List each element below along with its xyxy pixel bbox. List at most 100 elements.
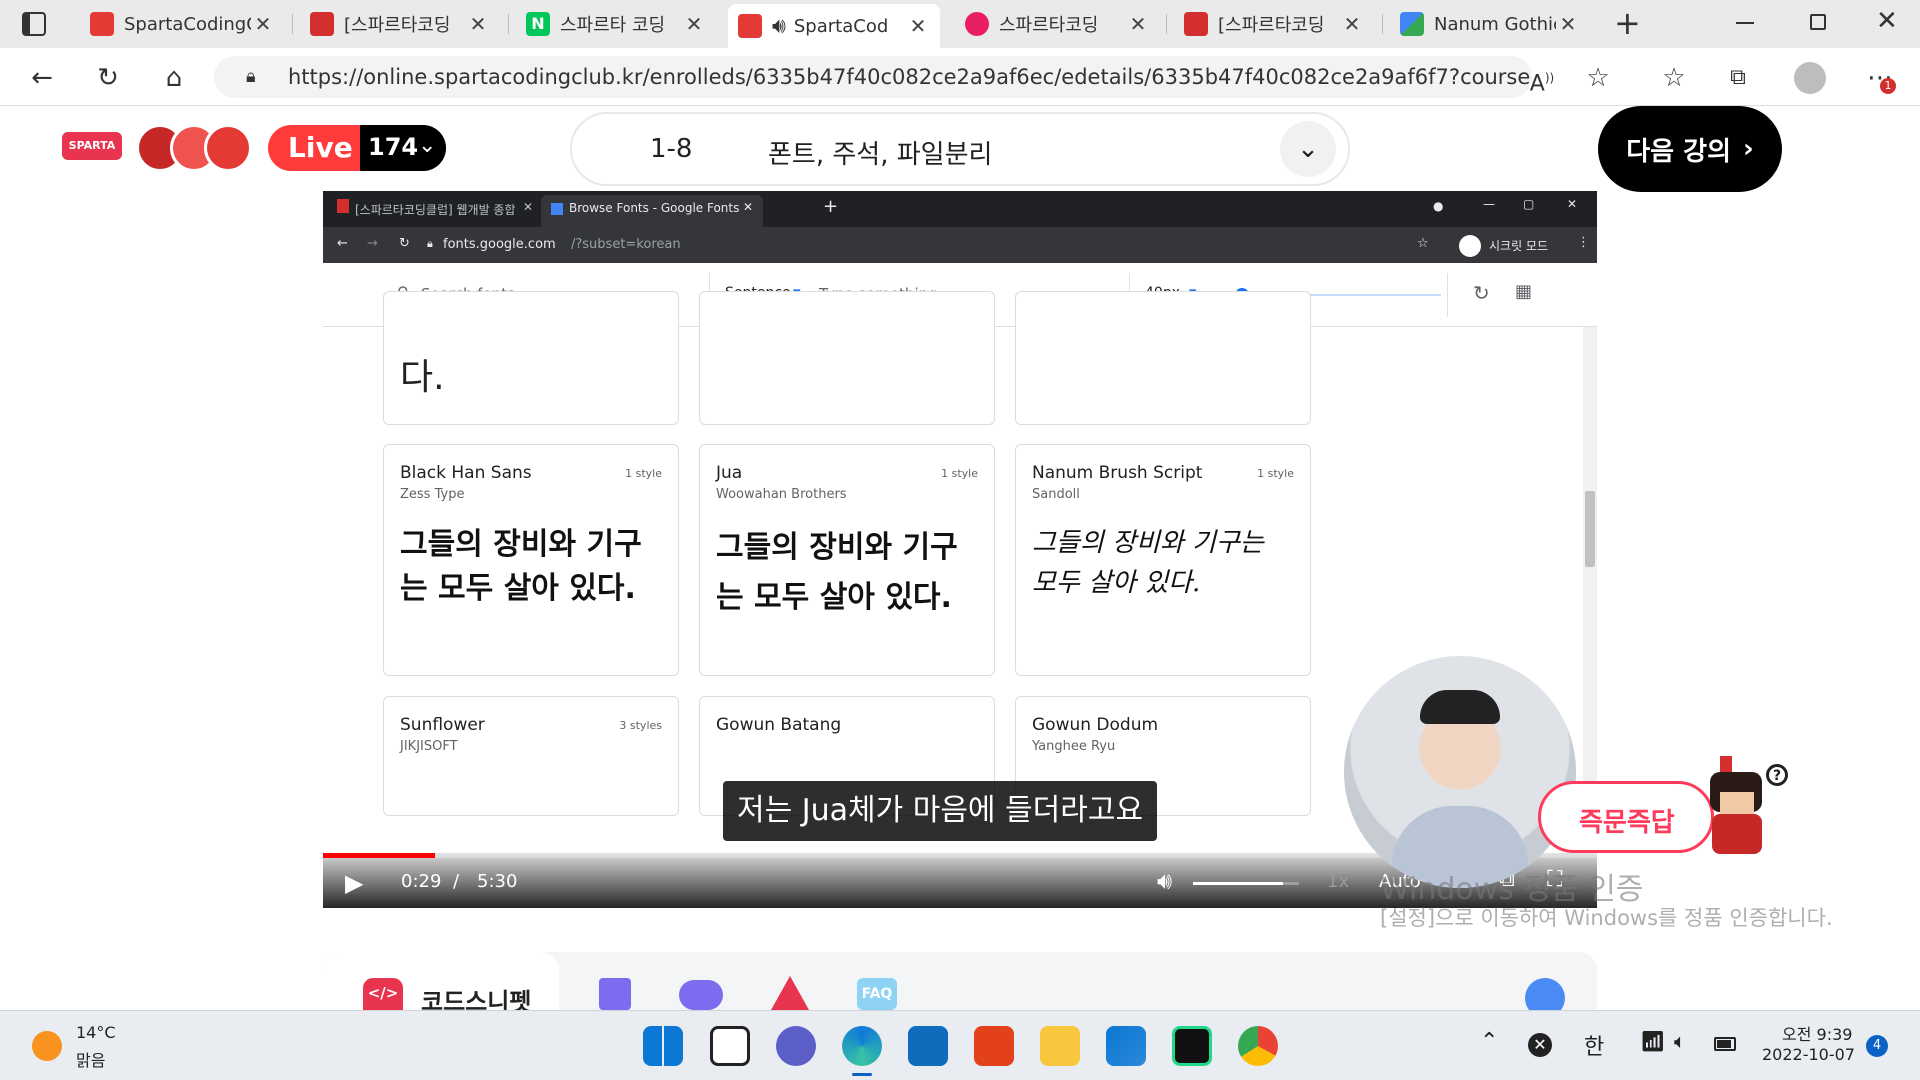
close-tab-icon[interactable]: ✕ xyxy=(466,12,490,36)
font-card-nanum-brush-script[interactable]: Nanum Brush Script Sandoll 1 style 그들의 장… xyxy=(1015,444,1311,676)
tray-app-icon[interactable]: ✕ xyxy=(1528,1033,1552,1057)
font-card-black-han-sans[interactable]: Black Han Sans Zess Type 1 style 그들의 장비와… xyxy=(383,444,679,676)
video-url-host: fonts.google.com xyxy=(443,237,556,252)
close-tab-icon[interactable]: ✕ xyxy=(682,12,706,36)
minimize-button[interactable] xyxy=(1736,22,1754,24)
browser-tab-4-active[interactable]: 🔊︎ SpartaCod ✕ xyxy=(728,4,940,48)
naver-icon: N xyxy=(526,12,550,36)
incognito-label: 시크릿 모드 xyxy=(1489,239,1549,253)
font-sample: 그들의 장비와 기구는 모두 살아 있다. xyxy=(1032,528,1264,598)
browser-tab-5[interactable]: 스파르타코딩 ✕ xyxy=(955,6,1160,42)
speaker-icon[interactable]: 🔊︎ xyxy=(772,14,786,39)
tab-title: SpartaCodingC xyxy=(124,13,251,35)
teams-chat-icon[interactable] xyxy=(776,1026,816,1066)
live-avatars xyxy=(136,124,256,172)
windows-activation-title: Windows 정품 인증 xyxy=(1380,872,1644,907)
live-count: 174 xyxy=(368,133,419,161)
weather-sun-icon[interactable] xyxy=(32,1031,62,1061)
live-badge[interactable]: Live 174 ⌄ xyxy=(268,125,446,171)
add-favorite-icon[interactable]: ☆ xyxy=(1578,58,1618,98)
restore-button[interactable] xyxy=(1810,14,1826,30)
checklist-icon[interactable] xyxy=(599,978,631,1010)
playback-speed[interactable]: 1x xyxy=(1327,871,1349,892)
close-tab-icon[interactable]: ✕ xyxy=(1556,12,1580,36)
faq-icon[interactable]: FAQ xyxy=(857,978,897,1010)
home-button[interactable]: ⌂ xyxy=(154,58,194,98)
volume-tray-icon[interactable]: 🔈︎ xyxy=(1674,1029,1686,1053)
close-tab-icon[interactable]: ✕ xyxy=(1126,12,1150,36)
browser-tab-6[interactable]: [스파르타코딩 ✕ xyxy=(1174,6,1374,42)
duration: 5:30 xyxy=(477,871,518,892)
sparta-logo[interactable]: SPARTA xyxy=(62,132,122,160)
url-text: https://online.spartacodingclub.kr/enrol… xyxy=(288,65,1532,89)
office-icon[interactable] xyxy=(974,1026,1014,1066)
chrome-icon[interactable] xyxy=(1238,1026,1278,1066)
tab-actions-icon[interactable] xyxy=(22,12,46,36)
lesson-number: 1-8 xyxy=(650,134,693,164)
video-url-path: /?subset=korean xyxy=(571,237,681,252)
play-button[interactable]: ▶ xyxy=(345,869,363,897)
chevron-up-icon[interactable]: ⌃ xyxy=(1480,1029,1498,1054)
sparta-favicon-icon xyxy=(738,14,762,38)
close-window-button[interactable]: ✕ xyxy=(1876,6,1898,36)
windows-activation-desc: [설정]으로 이동하여 Windows를 정품 인증합니다. xyxy=(1380,906,1833,930)
volume-fill xyxy=(1193,882,1284,885)
weather-temp: 14°C xyxy=(76,1023,116,1042)
profile-avatar[interactable] xyxy=(1794,62,1826,94)
next-lesson-button[interactable]: 다음 강의 › xyxy=(1598,106,1782,192)
task-view-icon[interactable] xyxy=(710,1026,750,1066)
close-tab-icon[interactable]: ✕ xyxy=(906,14,930,38)
more-menu-icon[interactable]: ⋯ xyxy=(1860,58,1900,98)
tab-title: SpartaCod xyxy=(793,15,889,37)
store-icon[interactable] xyxy=(1106,1026,1146,1066)
notification-badge: 1 xyxy=(1880,78,1896,94)
clock-date[interactable]: 2022-10-07 xyxy=(1762,1045,1855,1064)
browser-tab-3[interactable]: N 스파르타 코딩 ✕ xyxy=(516,6,716,42)
refresh-button[interactable]: ↻ xyxy=(88,58,128,98)
tab-title: [스파르타코딩 xyxy=(1218,15,1325,36)
browser-tab-2[interactable]: [스파르타코딩 ✕ xyxy=(300,6,500,42)
browser-tab-1[interactable]: SpartaCodingC ✕ xyxy=(80,6,285,42)
tab-title: Nanum Gothic xyxy=(1434,13,1556,35)
lock-icon[interactable]: 🔒︎ xyxy=(246,56,256,98)
weather-desc: 맑음 xyxy=(76,1051,106,1070)
pycharm-icon[interactable] xyxy=(1172,1026,1212,1066)
favorites-icon[interactable]: ☆ xyxy=(1654,58,1694,98)
battery-icon[interactable] xyxy=(1714,1037,1736,1051)
code-snippet-tab[interactable]: </> 코드스니펫 xyxy=(323,952,559,1016)
wifi-icon[interactable]: 📶︎ xyxy=(1640,1029,1665,1053)
collections-icon[interactable]: ⧉ xyxy=(1718,58,1758,98)
bottom-tool-panel: </> 코드스니펫 FAQ xyxy=(323,952,1597,1018)
browser-tab-7[interactable]: Nanum Gothic ✕ xyxy=(1390,6,1590,42)
video-subtitle: 저는 Jua체가 마음에 들더라고요 xyxy=(723,781,1158,841)
ime-indicator[interactable]: 한 xyxy=(1584,1029,1604,1061)
lesson-dropdown-button[interactable]: ⌄ xyxy=(1280,121,1336,177)
clock-time[interactable]: 오전 9:39 xyxy=(1782,1021,1852,1045)
warning-icon[interactable] xyxy=(771,976,809,1010)
sparta-mascot-icon[interactable]: ? xyxy=(1706,756,1788,856)
close-tab-icon[interactable]: ✕ xyxy=(1340,12,1364,36)
volume-icon[interactable]: 🔊︎ xyxy=(1157,867,1172,895)
font-card-jua[interactable]: Jua Woowahan Brothers 1 style 그들의 장비와 기구… xyxy=(699,444,995,676)
current-time: 0:29 xyxy=(401,871,442,892)
volume-slider[interactable] xyxy=(1193,882,1299,885)
url-field[interactable]: 🔒︎ https://online.spartacodingclub.kr/en… xyxy=(214,56,1532,98)
instant-answer-button[interactable]: 즉문즉답 xyxy=(1538,781,1714,853)
font-card-sunflower[interactable]: Sunflower JIKJISOFT 3 styles xyxy=(383,696,679,816)
chat-icon[interactable] xyxy=(679,980,723,1010)
font-sample: 그들의 장비와 기구는 모두 살아 있다. xyxy=(400,527,642,606)
next-lesson-label: 다음 강의 xyxy=(1626,136,1731,167)
start-icon[interactable] xyxy=(643,1026,683,1066)
new-tab-button[interactable]: + xyxy=(1614,4,1641,42)
close-tab-icon[interactable]: ✕ xyxy=(251,12,275,36)
mail-icon[interactable] xyxy=(908,1026,948,1066)
back-button[interactable]: ← xyxy=(22,58,62,98)
video-tab-2: Browse Fonts - Google Fonts xyxy=(569,201,740,215)
font-card-partial: 다. xyxy=(383,291,679,425)
lesson-selector[interactable]: 1-8 폰트, 주석, 파일분리 ⌄ xyxy=(570,112,1350,186)
notification-center-badge[interactable]: 4 xyxy=(1866,1035,1888,1057)
read-aloud-icon[interactable]: A)) xyxy=(1522,58,1562,98)
file-explorer-icon[interactable] xyxy=(1040,1026,1080,1066)
edge-icon[interactable] xyxy=(842,1026,882,1066)
chevron-down-icon: ⌄ xyxy=(418,133,437,158)
